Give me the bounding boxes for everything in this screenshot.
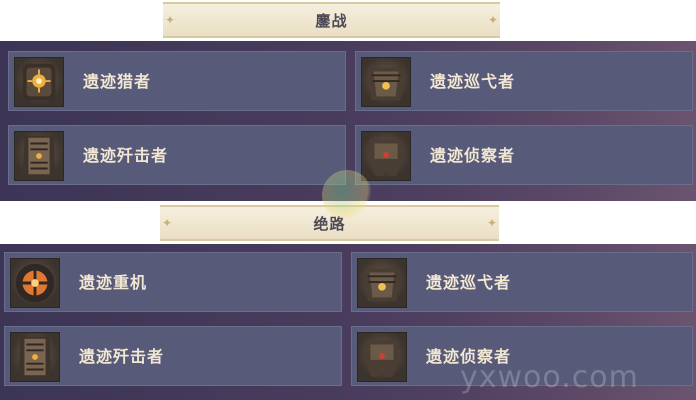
section-banner-1: ✦ 鏖战 ✦ (163, 2, 500, 38)
enemy-card-ruin-cruiser[interactable]: 遗迹巡弋者 (355, 51, 693, 111)
enemy-name: 遗迹巡弋者 (430, 72, 516, 91)
enemy-name: 遗迹巡弋者 (426, 273, 512, 292)
ruin-cruiser-icon (361, 57, 411, 107)
watermark-logo-icon (322, 170, 372, 220)
ruin-destroyer-icon (14, 131, 64, 181)
ruin-scout-icon (357, 332, 407, 382)
enemy-name: 遗迹重机 (79, 273, 148, 292)
enemy-name: 遗迹猎者 (83, 72, 152, 91)
sparkle-icon: ✦ (487, 216, 498, 230)
ruin-cruiser-icon (357, 258, 407, 308)
sparkle-icon: ✦ (488, 13, 499, 27)
watermark-text: yxwoo.com (460, 360, 639, 395)
enemy-card-ruin-cruiser[interactable]: 遗迹巡弋者 (351, 252, 693, 312)
enemy-card-ruin-grader[interactable]: 遗迹重机 (4, 252, 342, 312)
ruin-destroyer-icon (10, 332, 60, 382)
section-title: 鏖战 (315, 11, 348, 30)
enemy-card-ruin-hunter[interactable]: 遗迹猎者 (8, 51, 346, 111)
enemy-card-ruin-destroyer[interactable]: 遗迹歼击者 (8, 125, 346, 185)
enemy-card-ruin-destroyer[interactable]: 遗迹歼击者 (4, 326, 342, 386)
enemy-name: 遗迹歼击者 (79, 347, 165, 366)
ruin-grader-icon (10, 258, 60, 308)
enemy-card-ruin-scout[interactable]: 遗迹侦察者 (355, 125, 693, 185)
enemy-name: 遗迹歼击者 (83, 146, 169, 165)
enemy-name: 遗迹侦察者 (430, 146, 516, 165)
ruin-hunter-icon (14, 57, 64, 107)
ruin-scout-icon (361, 131, 411, 181)
